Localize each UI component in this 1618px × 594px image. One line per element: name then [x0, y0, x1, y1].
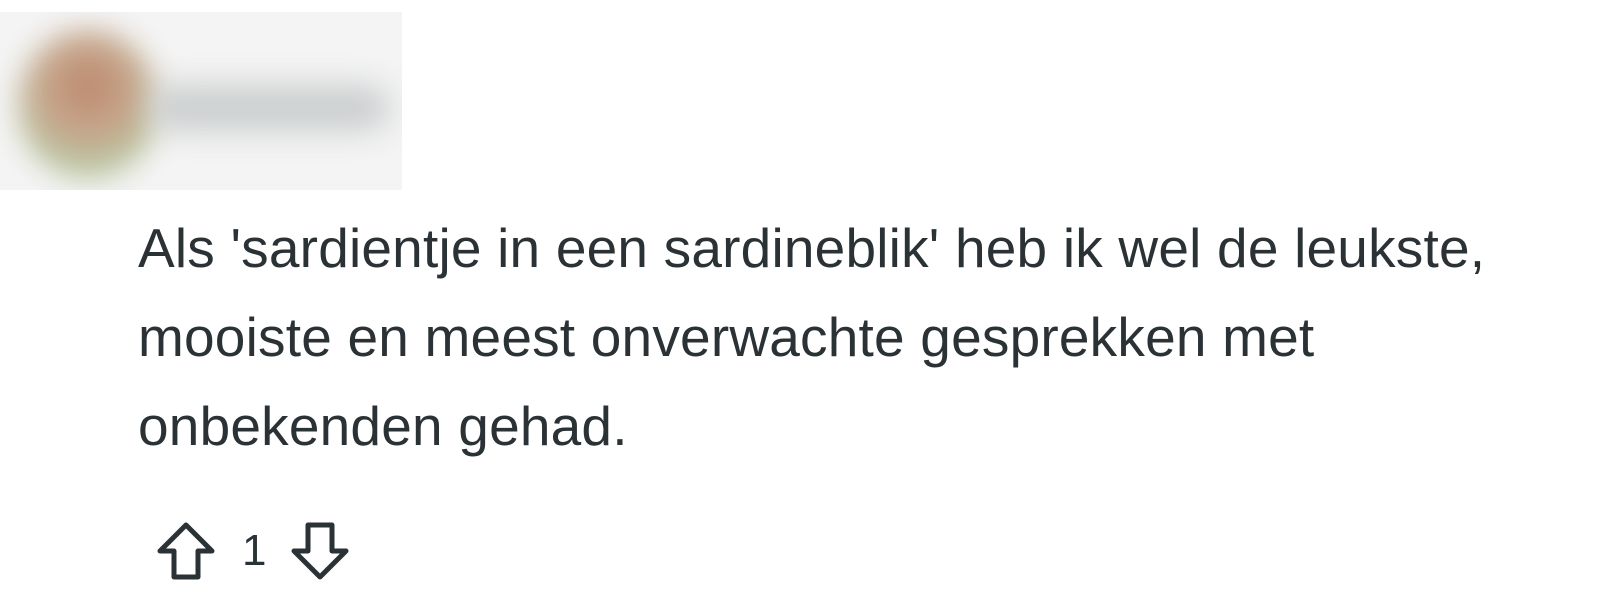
upvote-button[interactable]: [150, 516, 222, 586]
arrow-up-outline-icon: [157, 522, 215, 580]
vote-count: 1: [242, 526, 267, 575]
downvote-button[interactable]: [284, 516, 356, 586]
author-name-redacted[interactable]: [150, 86, 390, 130]
avatar[interactable]: [18, 30, 158, 180]
comment-actions: 1: [150, 516, 356, 586]
comment-author-blurred[interactable]: [0, 12, 402, 190]
comment-body: Als 'sardientje in een sardineblik' heb …: [138, 217, 1486, 457]
arrow-down-outline-icon: [291, 522, 349, 580]
